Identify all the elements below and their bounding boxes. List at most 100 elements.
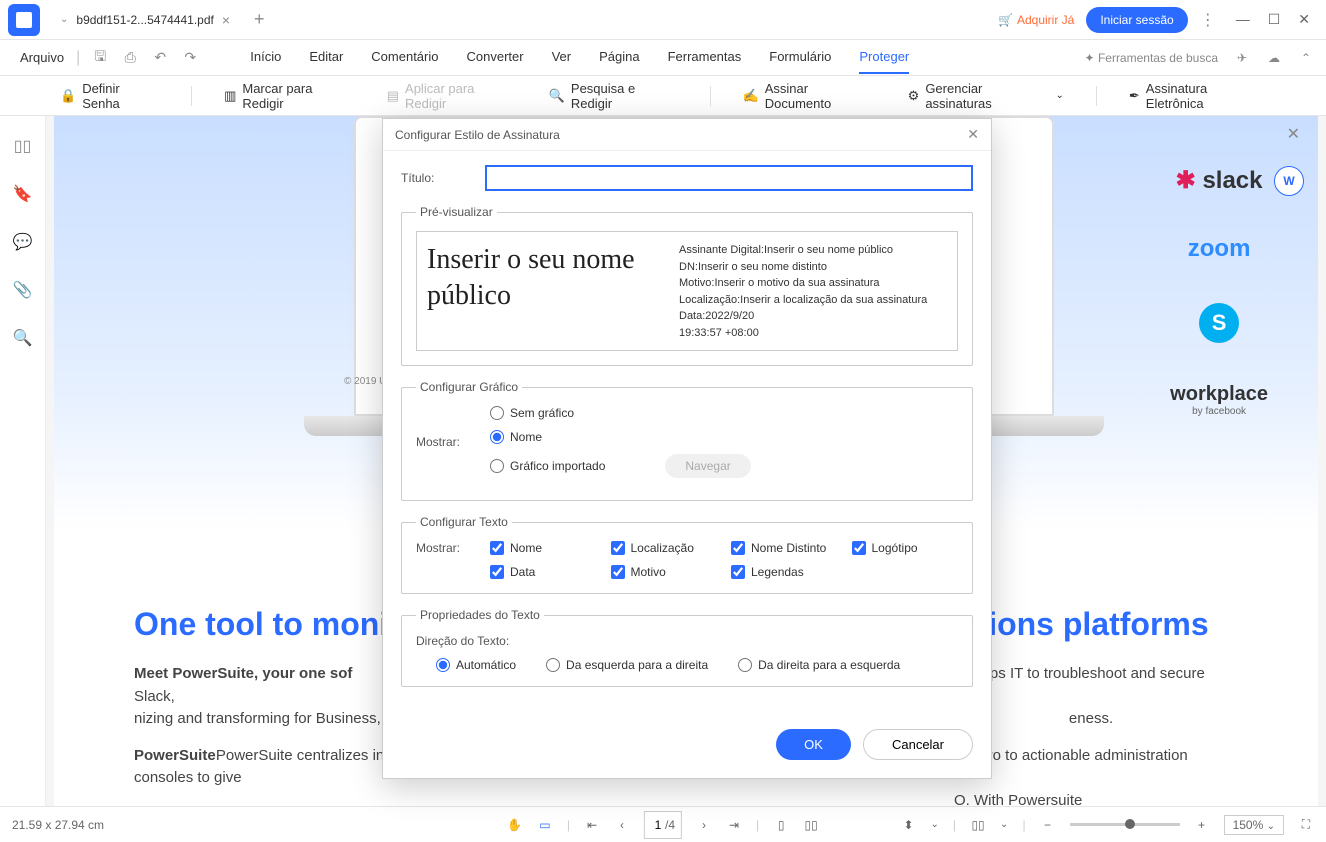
search-redact-button[interactable]: 🔍 Pesquisa e Redigir [549,81,678,111]
set-password-button[interactable]: 🔒 Definir Senha [60,81,159,111]
signature-preview: Inserir o seu nome público Assinante Dig… [416,231,958,351]
tab-editar[interactable]: Editar [309,41,343,74]
maximize-icon[interactable]: ☐ [1268,11,1281,28]
check-location[interactable]: Localização [611,541,718,555]
page-dimensions: 21.59 x 27.94 cm [12,818,104,832]
radio-no-graphic[interactable]: Sem gráfico [490,406,751,420]
tab-comentario[interactable]: Comentário [371,41,438,74]
cart-icon: 🛒 [998,13,1013,27]
search-tools[interactable]: ✦ Ferramentas de busca [1085,51,1218,65]
check-labels[interactable]: Legendas [731,565,838,579]
add-tab-button[interactable]: + [242,9,277,30]
tab-pagina[interactable]: Página [599,41,639,74]
fit-page-icon[interactable]: ⬍ [901,817,917,833]
menubar: Arquivo | 🖫 ⎙ ↶ ↷ Início Editar Comentár… [0,40,1326,76]
fullscreen-icon[interactable]: ⛶ [1298,817,1314,833]
bookmark-icon[interactable]: 🔖 [13,184,33,204]
check-date[interactable]: Data [490,565,597,579]
check-dn[interactable]: Nome Distinto [731,541,838,555]
chevron-down-icon[interactable]: ⌄ [931,819,939,830]
more-icon[interactable]: ⋮ [1200,10,1216,30]
radio-name-graphic[interactable]: Nome [490,430,751,444]
tab-ferramentas[interactable]: Ferramentas [668,41,742,74]
hand-tool-icon[interactable]: ✋ [507,817,523,833]
apply-redact-button: ▤ Aplicar para Redigir [387,81,517,111]
cfg-graphic-legend: Configurar Gráfico [416,380,522,394]
first-page-icon[interactable]: ⇤ [584,817,600,833]
check-reason[interactable]: Motivo [611,565,718,579]
document-tab[interactable]: ⌄ b9ddf151-2...5474441.pdf × [48,4,242,36]
e-sign-icon: ✒ [1129,88,1140,104]
zoom-value[interactable]: 150% ⌄ [1224,815,1284,835]
protect-toolbar: 🔒 Definir Senha ▥ Marcar para Redigir ▤ … [0,76,1326,116]
minimize-icon[interactable]: — [1236,11,1250,28]
dialog-close-icon[interactable]: ✕ [967,126,979,143]
zoom-slider[interactable] [1070,823,1180,826]
signature-icon: ✍ [743,88,759,104]
electronic-signature-button[interactable]: ✒ Assinatura Eletrônica [1129,81,1266,111]
zoom-in-icon[interactable]: + [1194,817,1210,833]
dialog-title-text: Configurar Estilo de Assinatura [395,128,560,142]
search-panel-icon[interactable]: 🔍 [13,328,33,348]
chevron-down-icon[interactable]: ⌄ [1000,819,1008,830]
app-icon[interactable] [8,4,40,36]
signature-style-dialog: Configurar Estilo de Assinatura ✕ Título… [382,118,992,779]
save-icon[interactable]: 🖫 [92,50,108,66]
chevron-down-icon: ⌄ [60,14,68,25]
close-panel-icon[interactable]: ✕ [1287,124,1300,144]
tab-proteger[interactable]: Proteger [859,41,909,74]
tab-formulario[interactable]: Formulário [769,41,831,74]
close-window-icon[interactable]: ✕ [1298,11,1310,28]
comment-icon[interactable]: 💬 [13,232,33,252]
configure-text-fieldset: Configurar Texto Mostrar: Nome Localizaç… [401,515,973,594]
title-field-label: Título: [401,171,471,185]
word-badge-icon[interactable]: W [1274,166,1304,196]
cloud-icon[interactable]: ☁ [1266,50,1282,66]
text-props-legend: Propriedades do Texto [416,608,544,622]
tab-converter[interactable]: Converter [466,41,523,74]
titlebar: ⌄ b9ddf151-2...5474441.pdf × + 🛒 Adquiri… [0,0,1326,40]
check-logo[interactable]: Logótipo [852,541,959,555]
left-sidebar: ▯▯ 🔖 💬 📎 🔍 [0,116,46,806]
cancel-button[interactable]: Cancelar [863,729,973,760]
acquire-link[interactable]: 🛒 Adquirir Já [998,13,1074,27]
lock-icon: 🔒 [60,88,76,104]
radio-dir-rtl[interactable]: Da direita para a esquerda [738,658,900,672]
file-menu[interactable]: Arquivo [12,50,72,65]
next-page-icon[interactable]: › [696,817,712,833]
collapse-ribbon-icon[interactable]: ⌃ [1298,50,1314,66]
select-tool-icon[interactable]: ▭ [537,817,553,833]
print-icon[interactable]: ⎙ [122,50,138,66]
view-mode-icon[interactable]: ▯▯ [970,817,986,833]
preview-fieldset: Pré-visualizar Inserir o seu nome públic… [401,205,973,366]
tab-inicio[interactable]: Início [250,41,281,74]
two-page-icon[interactable]: ▯▯ [803,817,819,833]
prev-page-icon[interactable]: ‹ [614,817,630,833]
radio-dir-ltr[interactable]: Da esquerda para a direita [546,658,708,672]
browse-button[interactable]: Navegar [665,454,750,478]
mark-redact-button[interactable]: ▥ Marcar para Redigir [224,81,355,111]
cfg-text-legend: Configurar Texto [416,515,512,529]
login-button[interactable]: Iniciar sessão [1086,7,1187,33]
undo-icon[interactable]: ↶ [152,50,168,66]
send-icon[interactable]: ✈ [1234,50,1250,66]
thumbnails-icon[interactable]: ▯▯ [14,136,32,156]
page-total: /4 [665,818,675,832]
manage-signatures-button[interactable]: ⚙ Gerenciar assinaturas ⌄ [908,81,1064,111]
check-name[interactable]: Nome [490,541,597,555]
ok-button[interactable]: OK [776,729,851,760]
slack-logo: ✱ slack [1176,166,1263,195]
zoom-out-icon[interactable]: − [1040,817,1056,833]
page-number-input[interactable] [651,814,665,836]
last-page-icon[interactable]: ⇥ [726,817,742,833]
title-input[interactable] [485,165,973,191]
sign-document-button[interactable]: ✍ Assinar Documento [743,81,876,111]
dialog-titlebar[interactable]: Configurar Estilo de Assinatura ✕ [383,119,991,151]
single-page-icon[interactable]: ▯ [773,817,789,833]
radio-dir-auto[interactable]: Automático [436,658,516,672]
close-tab-icon[interactable]: × [222,12,230,28]
tab-ver[interactable]: Ver [552,41,572,74]
redo-icon[interactable]: ↷ [182,50,198,66]
radio-imported-graphic[interactable]: Gráfico importado [490,459,605,473]
attachment-icon[interactable]: 📎 [13,280,33,300]
